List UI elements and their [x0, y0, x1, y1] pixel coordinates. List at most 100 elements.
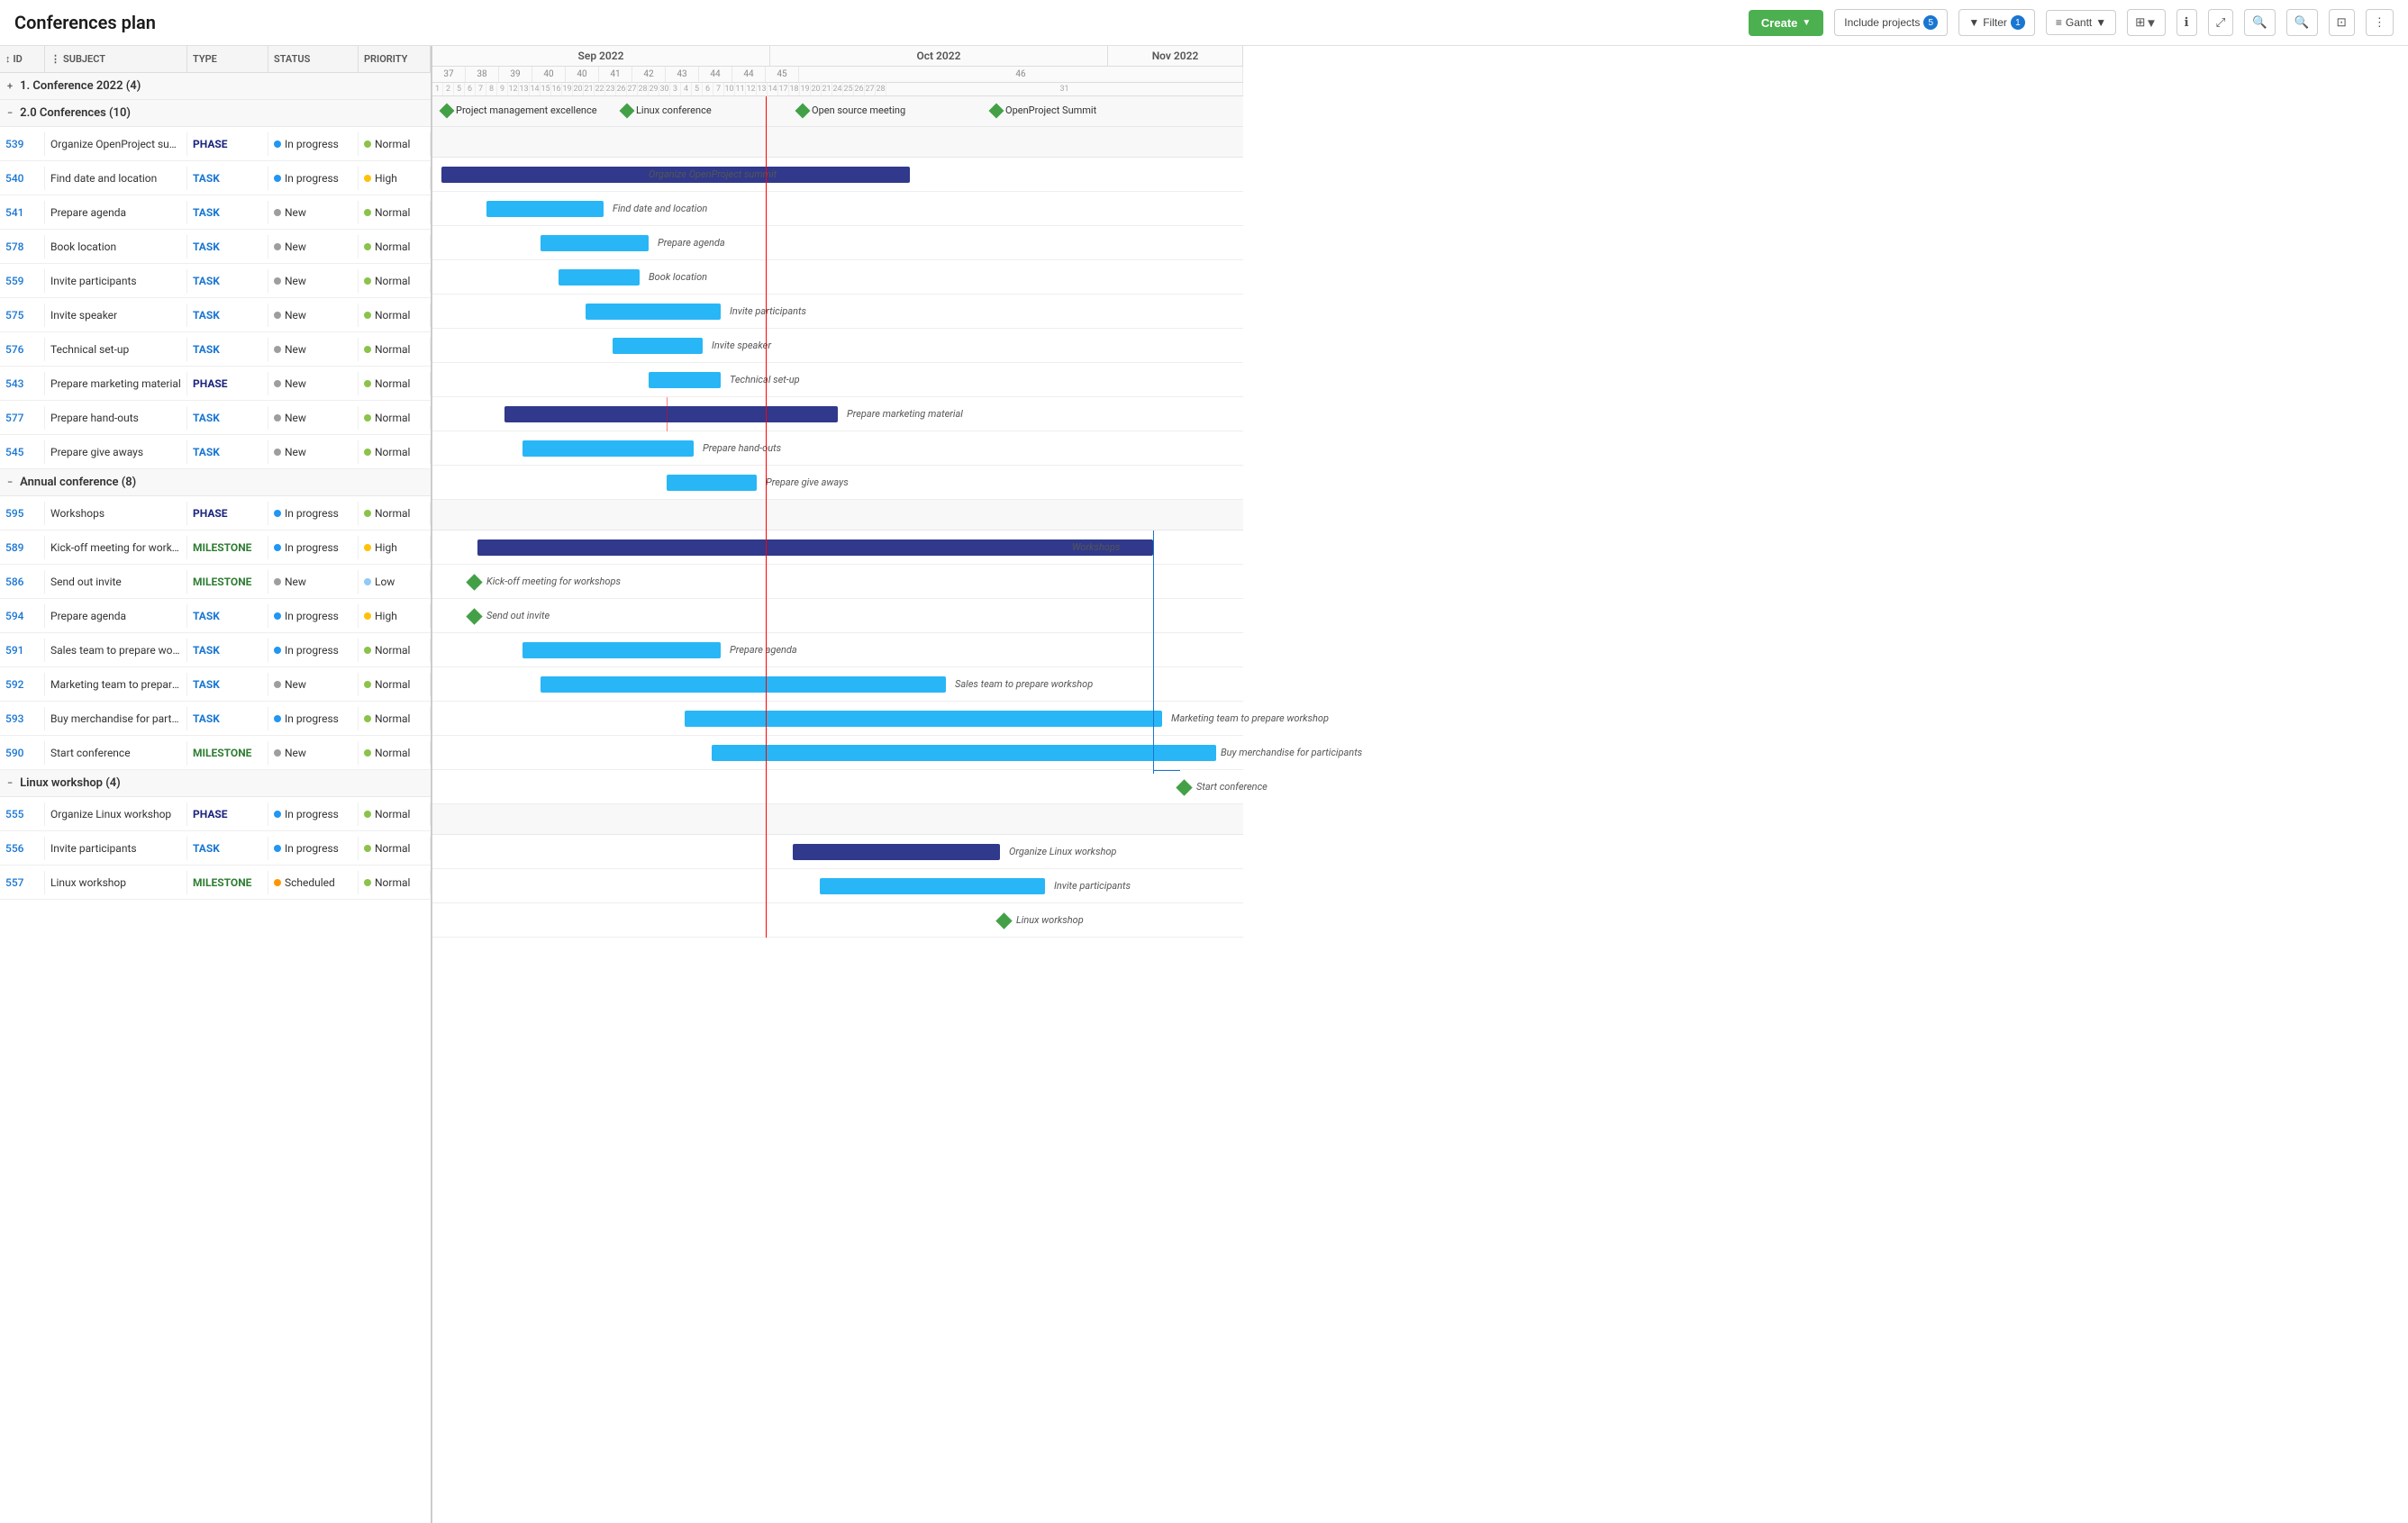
- more-button[interactable]: ⋮: [2366, 9, 2394, 36]
- cell-status: In progress: [268, 536, 359, 559]
- fullscreen-button[interactable]: ⤢: [2208, 9, 2234, 36]
- view-options-icon: ⊞: [2135, 15, 2145, 30]
- cell-id[interactable]: 592: [0, 673, 45, 696]
- week-cell: 40: [532, 67, 566, 82]
- gantt-row-557: Linux workshop: [432, 903, 1243, 938]
- gantt-row-592: Marketing team to prepare workshop: [432, 702, 1243, 736]
- cell-id[interactable]: 555: [0, 802, 45, 826]
- cell-status: New: [268, 741, 359, 765]
- cell-priority: Normal: [359, 440, 431, 464]
- priority-dot: [364, 681, 371, 688]
- group-label: Linux workshop (4): [20, 776, 121, 790]
- day-cell: 7: [476, 83, 486, 95]
- cell-priority: Normal: [359, 639, 431, 662]
- cell-id[interactable]: 589: [0, 536, 45, 559]
- status-dot: [274, 749, 281, 757]
- day-cell: 10: [724, 83, 735, 95]
- gantt-bar-label: Organize OpenProject summit: [649, 168, 777, 180]
- table-row: 545 Prepare give aways TASK New Normal: [0, 435, 431, 469]
- gantt-row-576: Technical set-up: [432, 363, 1243, 397]
- week-cell: 44: [699, 67, 732, 82]
- gantt-bar-label: Prepare agenda: [730, 644, 797, 656]
- cell-subject: Organize OpenProject summit: [45, 132, 187, 156]
- cell-id[interactable]: 586: [0, 570, 45, 594]
- view-options-button[interactable]: ⊞ ▼: [2127, 9, 2165, 36]
- priority-dot: [364, 845, 371, 852]
- cell-id[interactable]: 540: [0, 167, 45, 190]
- more-icon: ⋮: [2374, 15, 2385, 30]
- cell-id[interactable]: 590: [0, 741, 45, 765]
- cell-id[interactable]: 593: [0, 707, 45, 730]
- col-type: TYPE: [187, 46, 268, 72]
- info-button[interactable]: ℹ: [2176, 9, 2197, 36]
- priority-dot: [364, 209, 371, 216]
- cell-id[interactable]: 578: [0, 235, 45, 258]
- priority-dot: [364, 346, 371, 353]
- day-cell: 26: [854, 83, 865, 95]
- cell-id[interactable]: 539: [0, 132, 45, 156]
- status-dot: [274, 811, 281, 818]
- gantt-group-row: [432, 500, 1243, 530]
- day-cell: 27: [865, 83, 876, 95]
- gantt-months: Sep 2022 Oct 2022 Nov 2022: [432, 46, 1243, 67]
- cell-type: TASK: [187, 167, 268, 190]
- gantt-label: Gantt: [2066, 16, 2092, 29]
- zoom-in-button[interactable]: 🔍: [2244, 9, 2276, 36]
- group-row-linux[interactable]: − Linux workshop (4): [0, 770, 431, 797]
- fit-button[interactable]: ⊡: [2329, 9, 2355, 36]
- cell-id[interactable]: 557: [0, 871, 45, 894]
- filter-button[interactable]: ▼ Filter 1: [1958, 9, 2035, 36]
- day-cell: 17: [778, 83, 789, 95]
- cell-id[interactable]: 576: [0, 338, 45, 361]
- gantt-bar-label: Prepare give aways: [766, 476, 849, 488]
- cell-type: TASK: [187, 304, 268, 327]
- cell-subject: Prepare marketing material: [45, 372, 187, 395]
- gantt-row-541: Prepare agenda: [432, 226, 1243, 260]
- cell-id[interactable]: 541: [0, 201, 45, 224]
- cell-id[interactable]: 559: [0, 269, 45, 293]
- cell-id[interactable]: 577: [0, 406, 45, 430]
- day-cell: 13: [757, 83, 768, 95]
- group-row-conferences[interactable]: − 2.0 Conferences (10): [0, 100, 431, 127]
- group-row-conference2022[interactable]: + 1. Conference 2022 (4): [0, 73, 431, 100]
- table-row: 586 Send out invite MILESTONE New Low: [0, 565, 431, 599]
- cell-id[interactable]: 594: [0, 604, 45, 628]
- status-dot: [274, 243, 281, 250]
- status-dot: [274, 277, 281, 285]
- milestone-label: Open source meeting: [812, 104, 905, 116]
- cell-id[interactable]: 591: [0, 639, 45, 662]
- group-label: 1. Conference 2022 (4): [20, 79, 141, 93]
- zoom-out-button[interactable]: 🔍: [2286, 9, 2318, 36]
- table-row: 555 Organize Linux workshop PHASE In pro…: [0, 797, 431, 831]
- status-dot: [274, 414, 281, 422]
- gantt-bar-task: [586, 304, 721, 320]
- gantt-bar-task: [712, 745, 1216, 761]
- table-row: 543 Prepare marketing material PHASE New…: [0, 367, 431, 401]
- cell-id[interactable]: 545: [0, 440, 45, 464]
- cell-id[interactable]: 575: [0, 304, 45, 327]
- col-priority: PRIORITY: [359, 46, 431, 72]
- gantt-bar-task: [522, 440, 694, 457]
- cell-subject: Technical set-up: [45, 338, 187, 361]
- include-projects-button[interactable]: Include projects 5: [1834, 9, 1948, 36]
- cell-type: TASK: [187, 440, 268, 464]
- table-row: 576 Technical set-up TASK New Normal: [0, 332, 431, 367]
- week-cell: 41: [599, 67, 632, 82]
- cell-status: New: [268, 235, 359, 258]
- gantt-view-button[interactable]: ≡ Gantt ▼: [2046, 10, 2116, 35]
- cell-id[interactable]: 556: [0, 837, 45, 860]
- create-button[interactable]: Create ▼: [1749, 10, 1823, 36]
- month-sep: Sep 2022: [432, 46, 770, 66]
- gantt-days-row: 1 2 5 6 7 8 9 12 13 14 15 16 19 20 21 22: [432, 83, 1243, 96]
- week-cell: 39: [499, 67, 532, 82]
- status-dot: [274, 380, 281, 387]
- cell-status: New: [268, 372, 359, 395]
- cell-id[interactable]: 543: [0, 372, 45, 395]
- create-label: Create: [1761, 16, 1797, 30]
- group-row-annual[interactable]: − Annual conference (8): [0, 469, 431, 496]
- gantt-inner: Sep 2022 Oct 2022 Nov 2022 37 38 39 40 4…: [432, 46, 1243, 938]
- cell-id[interactable]: 595: [0, 502, 45, 525]
- week-cell: 46: [799, 67, 1243, 82]
- cell-priority: Normal: [359, 406, 431, 430]
- priority-dot: [364, 277, 371, 285]
